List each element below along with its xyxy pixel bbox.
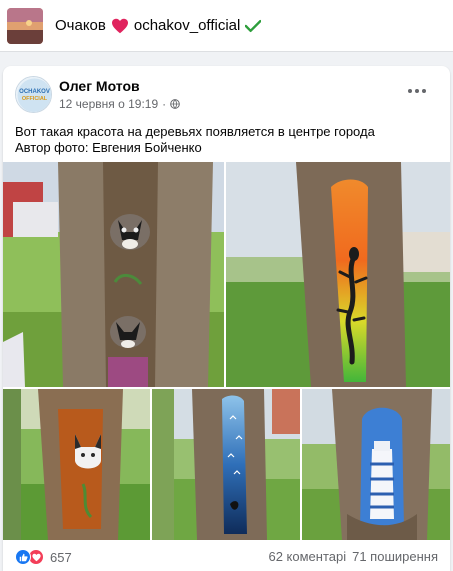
photo-raccoons-tree[interactable] [3,162,224,387]
shares-count-link[interactable]: 71 поширення [352,549,438,564]
author-avatar[interactable]: OCHAKOV OFFICIAL [15,76,52,113]
author-name[interactable]: Олег Мотов [59,78,140,94]
post-caption-credit: Автор фото: Евгения Бойченко [15,140,202,155]
comments-count-link[interactable]: 62 коментарі [268,549,346,564]
photo-lizard-tree[interactable] [226,162,450,387]
like-reaction-icon [15,549,31,565]
more-dot [415,89,419,93]
reactions-summary[interactable]: 657 [15,549,72,565]
meta-separator: · [162,97,167,111]
photo-cat-tree[interactable] [3,389,150,540]
post-card: OCHAKOV OFFICIAL Олег Мотов 12 червня о … [3,66,450,571]
heart-icon [111,18,128,33]
page-header: Очаков ochakov_official [0,0,453,52]
more-options-button[interactable] [408,84,428,98]
more-dot [408,89,412,93]
post-text: Вот такая красота на деревьях появляется… [15,124,435,156]
photo-birds-tree[interactable] [152,389,300,540]
reactions-count: 657 [50,549,72,565]
svg-text:OFFICIAL: OFFICIAL [22,96,48,102]
svg-text:OCHAKOV: OCHAKOV [19,89,50,95]
check-mark-icon [245,19,262,32]
globe-icon [170,99,180,109]
page-cover-thumbnail[interactable] [7,7,43,44]
page-title: Очаков ochakov_official [55,17,262,34]
engagement-counts: 62 коментарі 71 поширення [268,549,438,564]
post-timestamp[interactable]: 12 червня о 19:19 [59,97,158,111]
post-meta: 12 червня о 19:19 · [59,97,180,111]
page-handle: ochakov_official [133,17,241,34]
post-text-line: Вот такая красота на деревьях появляется… [15,124,375,139]
photo-lighthouse-tree[interactable] [302,389,450,540]
more-dot [422,89,426,93]
post-header: OCHAKOV OFFICIAL Олег Мотов 12 червня о … [3,66,450,118]
city-name: Очаков [55,17,106,34]
post-stats-bar: 657 62 коментарі 71 поширення [3,542,450,571]
